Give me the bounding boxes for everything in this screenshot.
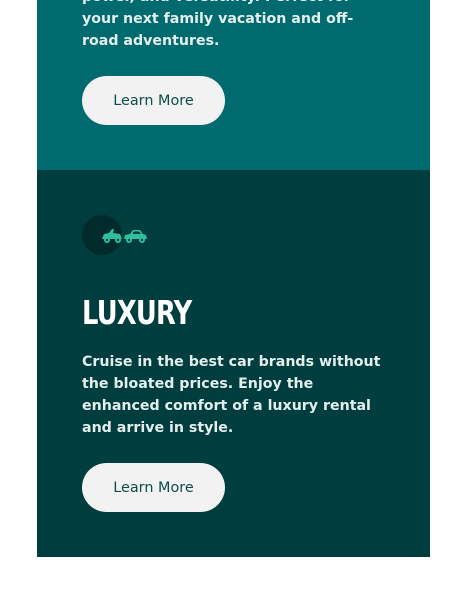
card-description: power, and versatility. Perfect for your…: [82, 0, 354, 49]
learn-more-button[interactable]: Learn More: [82, 76, 225, 125]
vehicle-categories-section: power, and versatility. Perfect for your…: [37, 0, 430, 557]
luxury-car-icon: [102, 229, 147, 243]
vehicle-category-card-luxury: LUXURY Cruise in the best car brands wit…: [37, 170, 430, 557]
vehicle-category-card-previous: power, and versatility. Perfect for your…: [37, 0, 430, 170]
card-description: Cruise in the best car brands without th…: [82, 354, 381, 436]
card-title: LUXURY: [82, 293, 192, 332]
luxury-icon-container: [82, 215, 152, 255]
learn-more-button[interactable]: Learn More: [82, 463, 225, 512]
